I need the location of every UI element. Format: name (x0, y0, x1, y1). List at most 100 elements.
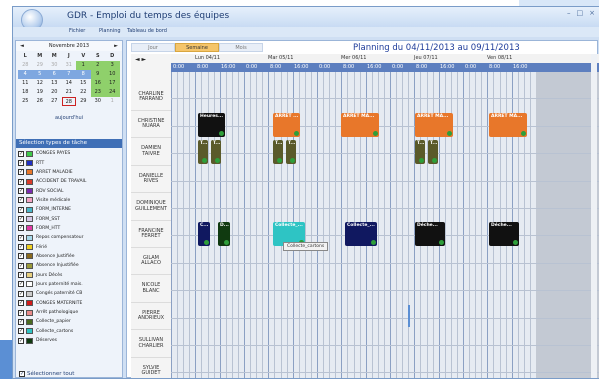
schedule-event[interactable]: C... (198, 222, 210, 247)
schedule-event[interactable]: ARRET MA... (415, 112, 453, 137)
prev-month-icon[interactable]: ◄ (20, 43, 24, 49)
calendar-day[interactable]: 12 (33, 79, 48, 88)
task-type-item[interactable]: ✓ FORM_SST (18, 214, 122, 223)
calendar-day[interactable]: 28 (61, 97, 76, 106)
select-all-row[interactable]: ✓ Sélectionner tout (19, 371, 74, 377)
task-type-checkbox[interactable]: ✓ (18, 150, 24, 157)
schedule-event[interactable]: Déche... (415, 222, 445, 247)
task-type-item[interactable]: ✓ Férié (18, 242, 122, 251)
calendar-day[interactable]: 2 (90, 61, 105, 70)
calendar-day[interactable]: 27 (47, 97, 62, 106)
calendar-day[interactable]: 20 (47, 88, 62, 97)
task-type-item[interactable]: ✓ CONGES MATERNITE (18, 299, 122, 308)
calendar-day[interactable]: 16 (90, 79, 105, 88)
calendar-day[interactable]: 28 (18, 61, 33, 70)
calendar-day[interactable]: 8 (76, 70, 91, 79)
calendar-day[interactable]: 30 (47, 61, 62, 70)
schedule-event[interactable]: ARRET ... (273, 112, 300, 137)
task-type-item[interactable]: ✓ Déserves (18, 336, 122, 345)
calendar-day[interactable]: 25 (18, 97, 33, 106)
task-type-checkbox[interactable]: ✓ (18, 225, 24, 232)
schedule-grid[interactable]: Lun 04/11 Mar 05/11 Mer 06/11 Jeu 07/11 Ven … (171, 54, 599, 378)
task-type-item[interactable]: ✓ Jours paternité mais. (18, 280, 122, 289)
calendar-day[interactable]: 17 (105, 79, 120, 88)
calendar-day[interactable]: 4 (18, 70, 33, 79)
next-month-icon[interactable]: ► (114, 43, 118, 49)
task-type-item[interactable]: ✓ FORM_HTT (18, 224, 122, 233)
schedule-event[interactable]: T... (428, 140, 438, 165)
calendar-day[interactable]: 10 (105, 70, 120, 79)
task-type-checkbox[interactable]: ✓ (18, 160, 24, 167)
task-type-checkbox[interactable]: ✓ (18, 272, 24, 279)
calendar-day[interactable]: 15 (76, 79, 91, 88)
vertical-scrollbar[interactable] (591, 54, 597, 378)
task-type-item[interactable]: ✓ CONGES PAYES (18, 149, 122, 158)
calendar-day[interactable]: 1 (105, 97, 120, 106)
task-type-checkbox[interactable]: ✓ (18, 309, 24, 316)
schedule-event[interactable]: T... (286, 140, 296, 165)
calendar-day[interactable]: 6 (47, 70, 62, 79)
tab-semaine[interactable]: Semaine (175, 43, 219, 52)
task-type-item[interactable]: ✓ Repos compensateur (18, 233, 122, 242)
calendar-day[interactable]: 22 (76, 88, 91, 97)
tab-jour[interactable]: Jour (131, 43, 175, 52)
schedule-event[interactable]: Collecte_... (345, 222, 377, 247)
schedule-event[interactable]: Déche... (489, 222, 519, 247)
task-type-item[interactable]: ✓ FORM_INTERNE (18, 205, 122, 214)
calendar-day[interactable]: 26 (33, 97, 48, 106)
task-type-item[interactable]: ✓ Absence Injustifiée (18, 261, 122, 270)
task-type-item[interactable]: ✓ Collecte_papier (18, 317, 122, 326)
task-type-checkbox[interactable]: ✓ (18, 188, 24, 195)
task-type-item[interactable]: ✓ Collecte_cartons (18, 327, 122, 336)
calendar-day[interactable]: 14 (62, 79, 77, 88)
calendar-day[interactable]: 29 (33, 61, 48, 70)
calendar-day[interactable]: 29 (76, 97, 91, 106)
calendar-day[interactable]: 5 (32, 70, 47, 79)
task-type-checkbox[interactable]: ✓ (18, 178, 24, 185)
task-type-checkbox[interactable]: ✓ (18, 206, 24, 213)
schedule-event[interactable]: ARRET MA... (341, 112, 379, 137)
task-type-checkbox[interactable]: ✓ (18, 216, 24, 223)
task-type-checkbox[interactable]: ✓ (18, 318, 24, 325)
task-type-item[interactable]: ✓ RDV SOCIAL (18, 186, 122, 195)
calendar-day[interactable]: 19 (33, 88, 48, 97)
task-type-item[interactable]: ✓ ACCIDENT DE TRAVAIL (18, 177, 122, 186)
today-link[interactable]: aujourd'hui (16, 115, 122, 121)
calendar-day[interactable]: 1 (76, 61, 91, 70)
task-type-item[interactable]: ✓ RTT (18, 158, 122, 167)
task-type-checkbox[interactable]: ✓ (18, 234, 24, 241)
task-type-checkbox[interactable]: ✓ (18, 244, 24, 251)
task-type-item[interactable]: ✓ Absence Justifiée (18, 252, 122, 261)
calendar-day[interactable]: 21 (62, 88, 77, 97)
calendar-day[interactable]: 7 (61, 70, 76, 79)
calendar-day[interactable]: 24 (105, 88, 120, 97)
menu-fichier[interactable]: Fichier (69, 28, 85, 34)
menu-planning[interactable]: Planning (99, 28, 121, 34)
calendar-day[interactable]: 11 (18, 79, 33, 88)
schedule-event[interactable]: ARRET MA... (489, 112, 527, 137)
select-all-checkbox[interactable]: ✓ (19, 371, 25, 377)
calendar-day[interactable]: 9 (90, 70, 105, 79)
task-type-checkbox[interactable]: ✓ (18, 169, 24, 176)
task-type-checkbox[interactable]: ✓ (18, 262, 24, 269)
calendar-day[interactable]: 3 (105, 61, 120, 70)
schedule-event[interactable]: T... (273, 140, 283, 165)
calendar-day[interactable]: 23 (90, 88, 105, 97)
task-type-checkbox[interactable]: ✓ (18, 300, 24, 307)
task-type-checkbox[interactable]: ✓ (18, 337, 24, 344)
week-nav-arrows[interactable]: ◄ ► (135, 56, 146, 63)
menu-tableau-de-bord[interactable]: Tableau de bord (127, 28, 167, 34)
task-type-checkbox[interactable]: ✓ (18, 253, 24, 260)
task-type-checkbox[interactable]: ✓ (18, 197, 24, 204)
schedule-event[interactable]: Heures... (198, 112, 225, 137)
calendar-day[interactable]: 30 (91, 97, 106, 106)
schedule-event[interactable]: T... (198, 140, 208, 165)
task-type-item[interactable]: ✓ ARRET MALADIE (18, 168, 122, 177)
schedule-event[interactable]: T... (211, 140, 221, 165)
task-type-item[interactable]: ✓ Jours Décès (18, 270, 122, 279)
calendar-day[interactable]: 18 (18, 88, 33, 97)
minimize-icon[interactable]: – (567, 9, 571, 17)
task-type-checkbox[interactable]: ✓ (18, 290, 24, 297)
schedule-event[interactable]: D... (218, 222, 230, 247)
close-icon[interactable]: × (589, 9, 595, 17)
